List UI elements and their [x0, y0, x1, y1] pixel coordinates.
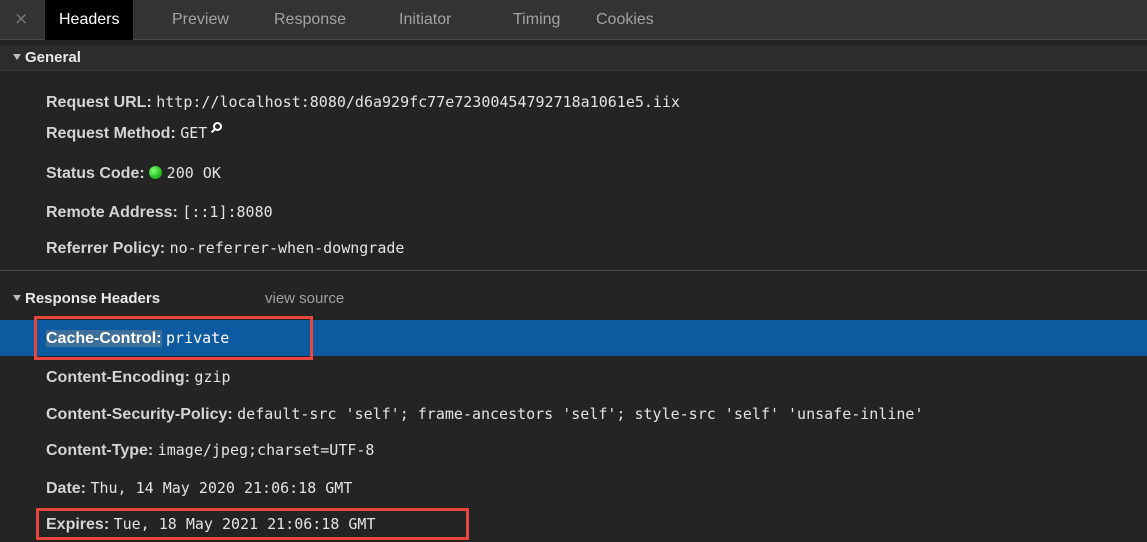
general-row-status-code: Status Code: 200 OK: [0, 155, 1147, 191]
header-name: Remote Address:: [46, 204, 178, 221]
magnifier-icon: [211, 122, 223, 134]
section-divider: [0, 270, 1147, 271]
header-value: Tue, 18 May 2021 21:06:18 GMT: [113, 515, 376, 533]
header-name: Content-Security-Policy:: [46, 406, 233, 423]
tab-cookies[interactable]: Cookies: [596, 0, 654, 40]
response-row-cache-control[interactable]: Cache-Control: private: [0, 320, 1147, 356]
disclosure-triangle-icon[interactable]: [13, 295, 21, 301]
header-value: [::1]:8080: [182, 203, 273, 221]
tab-timing[interactable]: Timing: [513, 0, 560, 40]
header-value: 200 OK: [166, 164, 221, 182]
header-name: Request Method:: [46, 125, 176, 142]
general-row-remote-address: Remote Address: [::1]:8080: [0, 194, 1147, 230]
status-dot-icon: [148, 166, 162, 179]
header-name: Request URL:: [46, 94, 152, 111]
tab-preview[interactable]: Preview: [172, 0, 229, 40]
header-value: Thu, 14 May 2020 21:06:18 GMT: [90, 479, 353, 497]
devtools-tab-bar: × Headers Preview Response Initiator Tim…: [0, 0, 1147, 40]
tab-initiator[interactable]: Initiator: [399, 0, 451, 40]
header-name: Cache-Control:: [46, 330, 162, 347]
header-name: Status Code:: [46, 165, 145, 182]
header-name: Content-Encoding:: [46, 369, 190, 386]
general-row-referrer-policy: Referrer Policy: no-referrer-when-downgr…: [0, 230, 1147, 266]
header-name: Date:: [46, 480, 87, 497]
response-row-content-security-policy: Content-Security-Policy: default-src 'se…: [0, 396, 1147, 432]
header-value: GET: [180, 124, 208, 142]
response-row-date: Date: Thu, 14 May 2020 21:06:18 GMT: [0, 470, 1147, 506]
header-value: gzip: [194, 368, 231, 386]
header-name: Expires:: [46, 516, 110, 533]
header-value: image/jpeg;charset=UTF-8: [157, 441, 375, 459]
general-section-title: General: [25, 49, 81, 66]
view-source-link[interactable]: view source: [265, 286, 344, 312]
general-section-header[interactable]: General: [0, 45, 1147, 71]
close-icon[interactable]: ×: [14, 9, 28, 29]
header-value: no-referrer-when-downgrade: [169, 239, 405, 257]
header-name: Content-Type:: [46, 442, 154, 459]
header-value: http://localhost:8080/d6a929fc77e7230045…: [156, 93, 681, 111]
response-row-content-type: Content-Type: image/jpeg;charset=UTF-8: [0, 432, 1147, 468]
tab-headers[interactable]: Headers: [45, 0, 134, 40]
response-headers-title: Response Headers: [25, 290, 161, 307]
response-row-content-encoding: Content-Encoding: gzip: [0, 359, 1147, 395]
tab-response[interactable]: Response: [274, 0, 346, 40]
header-value: private: [166, 329, 230, 347]
header-name: Referrer Policy:: [46, 240, 166, 257]
disclosure-triangle-icon[interactable]: [13, 54, 21, 60]
response-headers-section-header[interactable]: Response Headers view source: [0, 286, 1147, 312]
header-value: default-src 'self'; frame-ancestors 'sel…: [237, 405, 924, 423]
general-row-request-method: Request Method: GET: [0, 115, 1147, 151]
